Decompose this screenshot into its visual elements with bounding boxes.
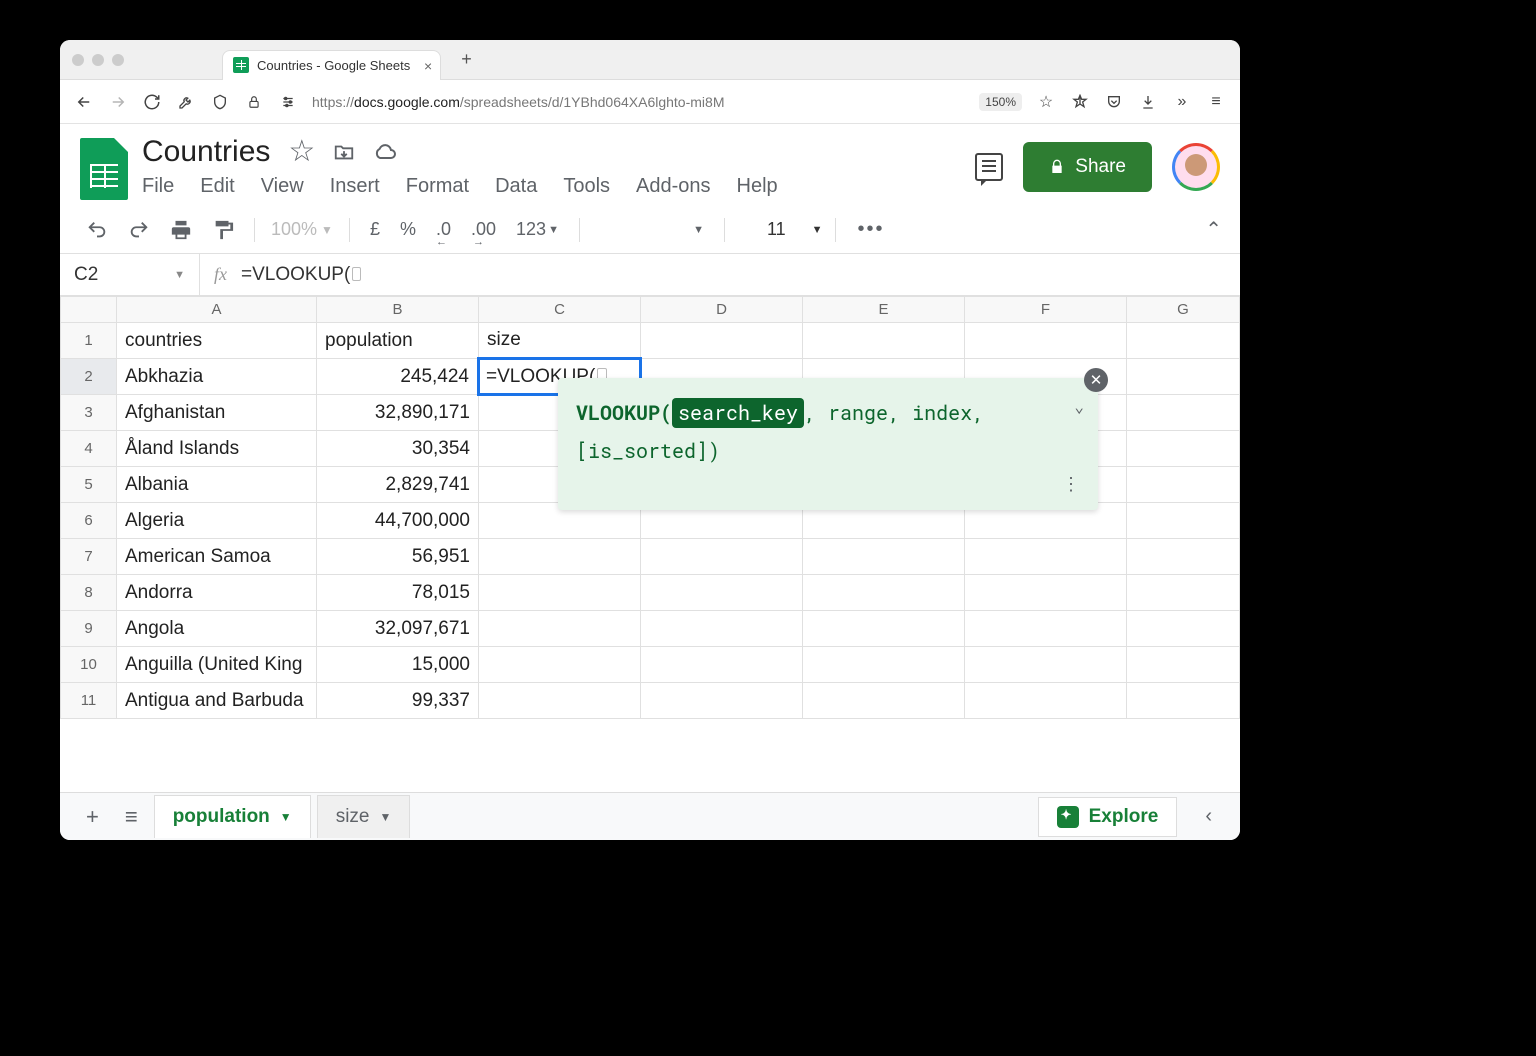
move-doc-icon[interactable] bbox=[333, 141, 355, 163]
sheets-logo-icon[interactable] bbox=[80, 138, 128, 200]
menu-bar: File Edit View Insert Format Data Tools … bbox=[142, 175, 961, 198]
share-button[interactable]: Share bbox=[1023, 142, 1152, 192]
permissions-icon[interactable] bbox=[278, 92, 298, 112]
titlebar: Countries - Google Sheets × + bbox=[60, 40, 1240, 80]
star-doc-icon[interactable]: ☆ bbox=[288, 134, 315, 169]
more-toolbar-icon[interactable]: ••• bbox=[858, 218, 885, 241]
col-header-b[interactable]: B bbox=[317, 297, 479, 323]
bookmark-icon[interactable] bbox=[1070, 92, 1090, 112]
print-icon[interactable] bbox=[162, 213, 200, 247]
comments-icon[interactable] bbox=[975, 153, 1003, 181]
currency-button[interactable]: £ bbox=[362, 213, 388, 246]
table-row: 1 countries population size bbox=[61, 323, 1240, 359]
forward-icon bbox=[108, 92, 128, 112]
zoom-select[interactable]: 100% ▼ bbox=[267, 219, 337, 240]
sheet-tab-population[interactable]: population▼ bbox=[154, 795, 311, 838]
formula-tooltip: ⌄ VLOOKUP(search_key, range, index, [is_… bbox=[558, 378, 1098, 510]
explore-button[interactable]: Explore bbox=[1038, 797, 1178, 837]
redo-icon[interactable] bbox=[120, 213, 158, 247]
sheets-favicon-icon bbox=[233, 57, 249, 73]
tooltip-close-icon[interactable]: ✕ bbox=[1084, 368, 1108, 392]
spreadsheet-grid[interactable]: A B C D E F G 1 countries population siz… bbox=[60, 296, 1240, 792]
shield-icon[interactable] bbox=[210, 92, 230, 112]
toolbar: 100% ▼ £ % .0← .00→ 123▼ ▼ 11 ▼ ••• ⌃ bbox=[60, 206, 1240, 254]
side-panel-toggle-icon[interactable]: ‹ bbox=[1193, 797, 1224, 836]
percent-button[interactable]: % bbox=[392, 213, 424, 246]
sheet-tab-bar: + ≡ population▼ size▼ Explore ‹ bbox=[60, 792, 1240, 840]
table-row: 10Anguilla (United King15,000 bbox=[61, 647, 1240, 683]
menu-edit[interactable]: Edit bbox=[200, 175, 234, 198]
name-box[interactable]: C2▼ bbox=[60, 254, 200, 295]
col-header-a[interactable]: A bbox=[117, 297, 317, 323]
col-header-c[interactable]: C bbox=[479, 297, 641, 323]
col-header-g[interactable]: G bbox=[1127, 297, 1240, 323]
lock-icon[interactable] bbox=[244, 92, 264, 112]
cloud-status-icon[interactable] bbox=[373, 140, 397, 164]
fx-icon: fx bbox=[200, 264, 241, 285]
col-header-d[interactable]: D bbox=[641, 297, 803, 323]
menu-help[interactable]: Help bbox=[737, 175, 778, 198]
formula-input[interactable]: =VLOOKUP( bbox=[241, 264, 361, 286]
hamburger-icon[interactable]: ≡ bbox=[1206, 92, 1226, 112]
traffic-lights[interactable] bbox=[72, 54, 124, 66]
col-header-e[interactable]: E bbox=[803, 297, 965, 323]
doc-title[interactable]: Countries bbox=[142, 135, 270, 169]
menu-tools[interactable]: Tools bbox=[563, 175, 610, 198]
explore-icon bbox=[1057, 806, 1079, 828]
tab-title: Countries - Google Sheets bbox=[257, 58, 410, 73]
menu-data[interactable]: Data bbox=[495, 175, 537, 198]
zoom-badge[interactable]: 150% bbox=[979, 93, 1022, 111]
reload-icon[interactable] bbox=[142, 92, 162, 112]
add-sheet-button[interactable]: + bbox=[76, 798, 109, 836]
formula-bar: C2▼ fx =VLOOKUP( bbox=[60, 254, 1240, 296]
menu-view[interactable]: View bbox=[261, 175, 304, 198]
table-row: 11Antigua and Barbuda99,337 bbox=[61, 683, 1240, 719]
menu-insert[interactable]: Insert bbox=[330, 175, 380, 198]
menu-format[interactable]: Format bbox=[406, 175, 469, 198]
download-icon[interactable] bbox=[1138, 92, 1158, 112]
collapse-toolbar-icon[interactable]: ⌃ bbox=[1205, 217, 1222, 242]
table-row: 7American Samoa56,951 bbox=[61, 539, 1240, 575]
sheet-tab-size[interactable]: size▼ bbox=[317, 795, 411, 838]
docs-header: Countries ☆ File Edit View Insert Format… bbox=[60, 124, 1240, 200]
table-row: 9Angola32,097,671 bbox=[61, 611, 1240, 647]
font-size-select[interactable]: 11 ▼ bbox=[767, 219, 823, 240]
url-text[interactable]: https://docs.google.com/spreadsheets/d/1… bbox=[312, 94, 965, 110]
increase-decimal-button[interactable]: .00→ bbox=[463, 213, 504, 246]
font-select[interactable]: ▼ bbox=[592, 218, 712, 242]
wrench-icon[interactable] bbox=[176, 92, 196, 112]
pocket-icon[interactable] bbox=[1104, 92, 1124, 112]
all-sheets-button[interactable]: ≡ bbox=[115, 798, 148, 836]
browser-tab[interactable]: Countries - Google Sheets × bbox=[222, 50, 441, 80]
account-avatar[interactable] bbox=[1172, 143, 1220, 191]
decrease-decimal-button[interactable]: .0← bbox=[428, 213, 459, 246]
undo-icon[interactable] bbox=[78, 213, 116, 247]
table-row: 8Andorra78,015 bbox=[61, 575, 1240, 611]
tab-close-icon[interactable]: × bbox=[424, 58, 432, 74]
tooltip-collapse-icon[interactable]: ⌄ bbox=[1074, 392, 1084, 422]
star-icon[interactable]: ☆ bbox=[1036, 92, 1056, 112]
new-tab-button[interactable]: + bbox=[461, 49, 472, 70]
chevrons-icon[interactable]: » bbox=[1172, 92, 1192, 112]
paint-format-icon[interactable] bbox=[204, 213, 242, 247]
select-all-corner[interactable] bbox=[61, 297, 117, 323]
browser-window: Countries - Google Sheets × + https://do… bbox=[60, 40, 1240, 840]
menu-addons[interactable]: Add-ons bbox=[636, 175, 711, 198]
tooltip-more-icon[interactable]: ⋮ bbox=[1062, 466, 1080, 500]
url-bar: https://docs.google.com/spreadsheets/d/1… bbox=[60, 80, 1240, 124]
col-header-f[interactable]: F bbox=[965, 297, 1127, 323]
menu-file[interactable]: File bbox=[142, 175, 174, 198]
back-icon[interactable] bbox=[74, 92, 94, 112]
number-format-button[interactable]: 123▼ bbox=[508, 213, 567, 246]
